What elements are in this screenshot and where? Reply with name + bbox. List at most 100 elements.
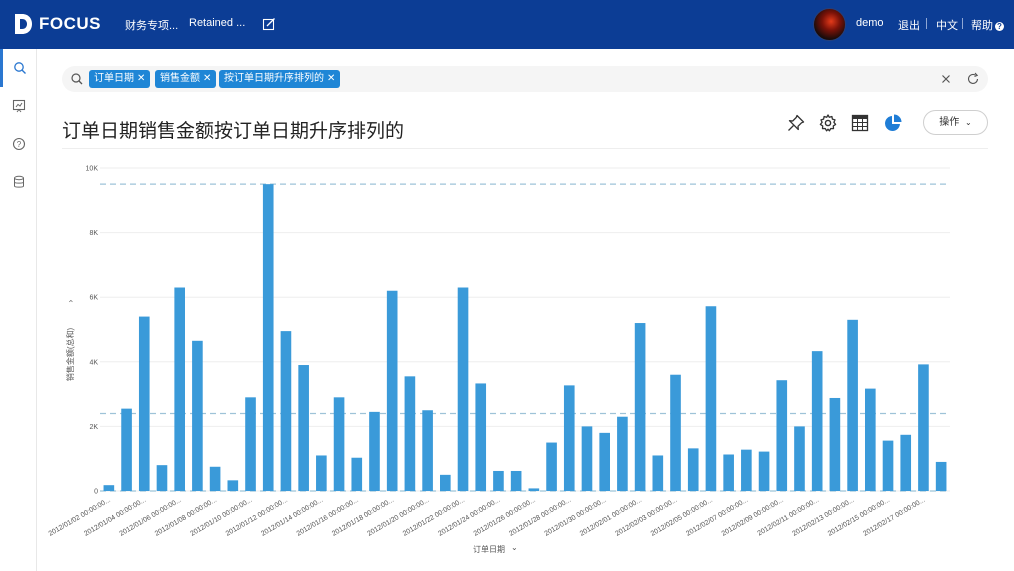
bar [687,448,699,491]
clear-icon[interactable] [939,72,953,86]
rail-data[interactable] [0,163,37,201]
bar [581,426,593,491]
bar [670,374,681,491]
logo-text: FOCUS [39,14,101,33]
search-chip-order-date[interactable]: 订单日期 ✕ [89,70,151,88]
bar-chart: 02K4K6K8K10K 2012/01/02 00:00:00...2012/… [48,166,950,554]
bar [192,340,203,491]
chart-type-icon[interactable] [883,113,903,133]
x-tick-label: 2012/02/01 00:00:00... [579,497,643,538]
x-tick-label: 2012/01/04 00:00:00... [83,497,147,538]
logout-link[interactable]: 退出 [898,17,920,33]
chevron-down-icon[interactable]: ⌄ [511,543,518,552]
x-tick-label: 2012/01/08 00:00:00... [154,497,218,538]
x-tick-label: 2012/01/24 00:00:00... [437,497,501,538]
rail-help[interactable]: ? [0,125,37,163]
avatar[interactable] [813,8,846,41]
x-tick-label: 2012/01/14 00:00:00... [260,497,324,538]
nav-item-finance[interactable]: 财务专项... [125,17,178,33]
separator [962,18,963,29]
bar [262,184,274,491]
bar [900,434,912,491]
x-tick-label: 2012/01/02 00:00:00... [48,497,112,538]
x-tick-label: 2012/02/13 00:00:00... [791,497,855,538]
bar [174,287,185,491]
x-tick-label: 2012/01/26 00:00:00... [473,497,537,538]
logo[interactable]: FOCUS [12,12,101,36]
x-tick-label: 2012/02/15 00:00:00... [827,497,891,538]
help-link[interactable]: 帮助? [971,17,1004,33]
operations-label: 操作 [939,117,960,128]
bar [758,451,770,491]
board-icon [12,99,25,113]
bar [935,461,947,491]
bar [351,457,363,491]
side-rail: ? [0,49,37,571]
search-bar[interactable]: 订单日期 ✕ 销售金额 ✕ 按订单日期升序排列的 ✕ [62,66,988,92]
focus-logo-icon [15,14,32,34]
y-tick-label: 4K [89,359,98,366]
gear-icon[interactable] [818,113,838,133]
x-tick-label: 2012/02/09 00:00:00... [721,497,785,538]
x-axis-ticks: 2012/01/02 00:00:00...2012/01/04 00:00:0… [48,497,927,538]
bar [457,287,469,491]
bar [723,454,734,491]
table-icon[interactable] [850,113,870,133]
bar [156,465,168,491]
x-tick-label: 2012/02/17 00:00:00... [862,497,926,538]
bar [209,466,221,491]
x-axis-title[interactable]: 订单日期 [473,544,505,554]
search-chip-sales-amount[interactable]: 销售金额 ✕ [155,70,217,88]
bar [882,440,894,491]
y-tick-label: 8K [89,230,98,237]
bar [121,408,132,491]
nav-item-retained[interactable]: Retained ... [189,17,245,29]
bar [333,397,345,491]
language-link[interactable]: 中文 [936,17,958,33]
bar [528,488,540,491]
pin-icon[interactable] [786,113,806,133]
x-tick-label: 2012/02/11 00:00:00... [756,497,820,538]
bar [634,323,646,491]
divider [62,148,988,149]
remove-chip-icon[interactable]: ✕ [137,73,145,84]
bar [369,411,380,491]
bar [404,376,416,491]
separator [926,18,927,29]
search-icon[interactable] [70,72,84,86]
user-name[interactable]: demo [856,17,884,29]
x-tick-label: 2012/01/10 00:00:00... [189,497,253,538]
bar [440,474,451,491]
bar [705,306,717,491]
search-chip-sort[interactable]: 按订单日期升序排列的 ✕ [219,70,341,88]
chevron-right-icon[interactable]: › [66,300,75,303]
remove-chip-icon[interactable]: ✕ [203,73,211,84]
operations-button[interactable]: 操作 ⌄ [923,110,988,135]
x-tick-label: 2012/01/16 00:00:00... [296,497,360,538]
refresh-icon[interactable] [966,72,980,86]
edit-icon[interactable] [262,17,276,31]
y-axis-ticks: 0 2K 4K 6K 8K 10K [86,166,99,496]
rail-search[interactable] [0,49,37,87]
x-tick-label: 2012/02/05 00:00:00... [650,497,714,538]
bar [245,397,256,491]
bar [475,383,487,491]
x-tick-label: 2012/02/03 00:00:00... [614,497,678,538]
remove-chip-icon[interactable]: ✕ [327,73,335,84]
question-circle-icon: ? [12,137,25,151]
x-tick-label: 2012/02/07 00:00:00... [685,497,749,538]
bars [103,184,947,491]
bar [493,470,504,491]
question-icon: ? [995,22,1004,31]
bar [386,290,398,491]
bar [652,455,664,491]
bar [847,319,858,491]
bar [298,365,309,491]
chip-label: 按订单日期升序排列的 [224,73,324,84]
bar [546,442,557,491]
svg-text:?: ? [16,140,21,149]
bar [865,388,876,491]
x-tick-label: 2012/01/28 00:00:00... [508,497,572,538]
rail-dashboard[interactable] [0,87,37,125]
y-tick-label: 10K [86,166,99,173]
